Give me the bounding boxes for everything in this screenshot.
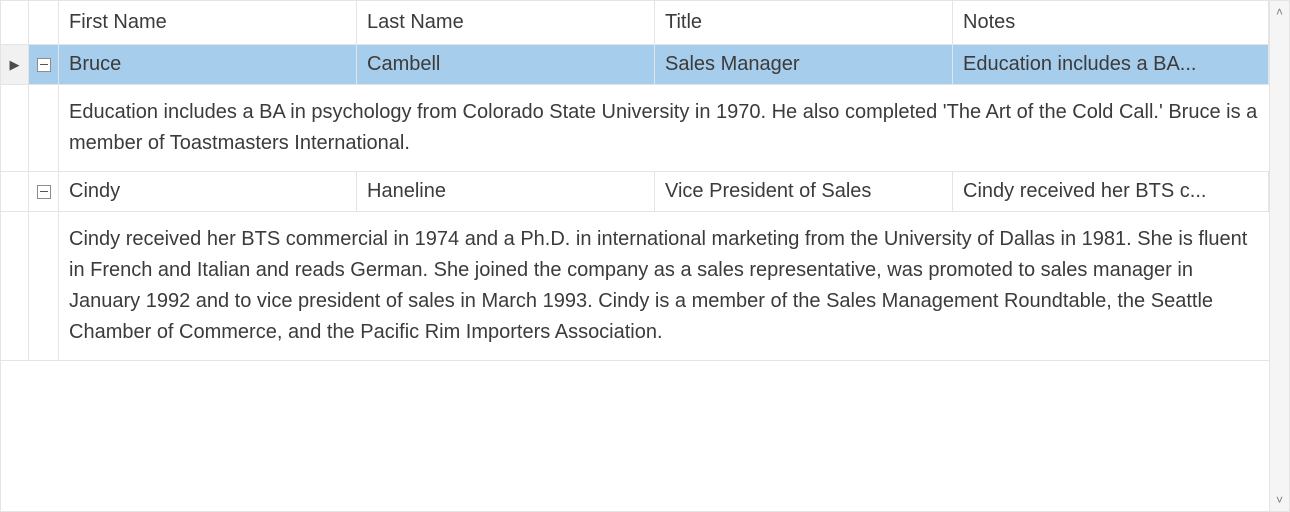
column-header-row: First Name Last Name Title Notes xyxy=(1,1,1269,45)
cell-last-name[interactable]: Haneline xyxy=(357,172,655,211)
data-row[interactable]: ▶ Bruce Cambell Sales Manager Education … xyxy=(1,45,1269,85)
chevron-up-icon: ˄ xyxy=(1276,5,1283,19)
row-indicator xyxy=(1,172,29,211)
collapse-button[interactable] xyxy=(37,185,51,199)
row-indicator: ▶ xyxy=(1,45,29,84)
row-indicator xyxy=(1,85,29,171)
column-header-first-name[interactable]: First Name xyxy=(59,1,357,44)
expand-cell xyxy=(29,172,59,211)
column-header-last-name[interactable]: Last Name xyxy=(357,1,655,44)
vertical-scrollbar[interactable]: ˄ ˅ xyxy=(1269,1,1289,511)
chevron-down-icon: ˅ xyxy=(1276,493,1283,507)
cell-notes[interactable]: Education includes a BA... xyxy=(953,45,1269,84)
expand-cell-spacer xyxy=(29,85,59,171)
data-row[interactable]: Cindy Haneline Vice President of Sales C… xyxy=(1,172,1269,212)
expand-column-header xyxy=(29,1,59,44)
cell-last-name[interactable]: Cambell xyxy=(357,45,655,84)
cell-first-name[interactable]: Cindy xyxy=(59,172,357,211)
scroll-down-button[interactable]: ˅ xyxy=(1270,489,1289,511)
collapse-button[interactable] xyxy=(37,58,51,72)
cell-title[interactable]: Sales Manager xyxy=(655,45,953,84)
detail-notes-text[interactable]: Cindy received her BTS commercial in 197… xyxy=(59,212,1269,360)
row-indicator-header xyxy=(1,1,29,44)
data-grid: First Name Last Name Title Notes ▶ Bruce… xyxy=(0,0,1290,512)
cell-first-name[interactable]: Bruce xyxy=(59,45,357,84)
detail-row: Cindy received her BTS commercial in 197… xyxy=(1,212,1269,361)
minus-icon xyxy=(40,191,48,193)
current-row-icon: ▶ xyxy=(10,58,20,71)
detail-row: Education includes a BA in psychology fr… xyxy=(1,85,1269,172)
column-header-title[interactable]: Title xyxy=(655,1,953,44)
grid-body: First Name Last Name Title Notes ▶ Bruce… xyxy=(1,1,1269,511)
cell-notes[interactable]: Cindy received her BTS c... xyxy=(953,172,1269,211)
row-indicator xyxy=(1,212,29,360)
expand-cell-spacer xyxy=(29,212,59,360)
column-header-notes[interactable]: Notes xyxy=(953,1,1269,44)
scroll-up-button[interactable]: ˄ xyxy=(1270,1,1289,23)
minus-icon xyxy=(40,64,48,66)
expand-cell xyxy=(29,45,59,84)
cell-title[interactable]: Vice President of Sales xyxy=(655,172,953,211)
detail-notes-text[interactable]: Education includes a BA in psychology fr… xyxy=(59,85,1269,171)
